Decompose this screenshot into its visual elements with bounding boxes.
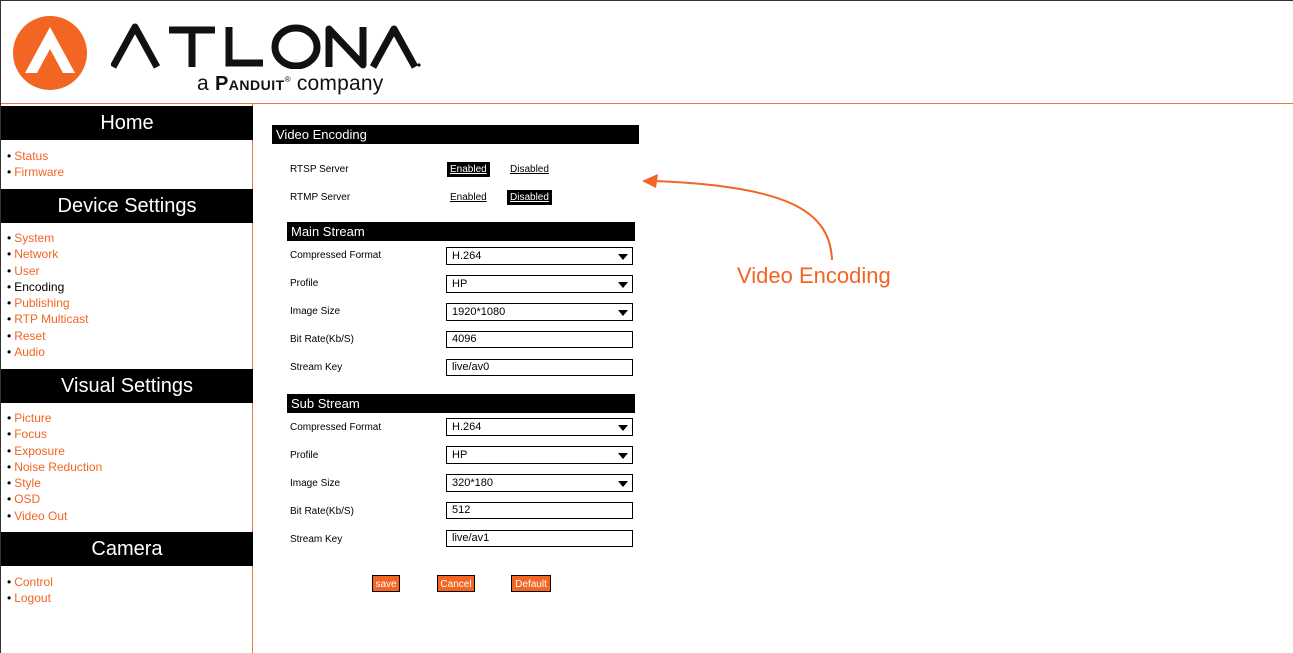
atlona-logo-icon (13, 16, 87, 90)
sidebar-item-reset[interactable]: Reset (7, 328, 88, 344)
sidebar: Home Status Firmware Device Settings Sys… (1, 104, 253, 653)
sidebar-item-publishing[interactable]: Publishing (7, 295, 88, 311)
tagline-suffix: company (296, 72, 384, 95)
tagline: a Panduit® company (197, 72, 384, 95)
main-image-size-label: Image Size (290, 306, 341, 317)
sidebar-item-style[interactable]: Style (7, 475, 102, 491)
sub-image-size-select[interactable]: 320*180 (446, 474, 633, 492)
sidebar-item-audio[interactable]: Audio (7, 344, 88, 360)
main-stream-key-input[interactable]: live/av0 (446, 359, 633, 376)
sidebar-section-home: Home (1, 106, 253, 140)
sidebar-item-rtp-multicast[interactable]: RTP Multicast (7, 311, 88, 327)
main-compressed-format-value: H.264 (452, 250, 482, 262)
chevron-down-icon (618, 453, 628, 459)
sidebar-section-device-settings: Device Settings (1, 189, 253, 223)
main-image-size-value: 1920*1080 (452, 306, 506, 318)
sidebar-item-encoding[interactable]: Encoding (7, 279, 88, 295)
rtsp-disabled-button[interactable]: Disabled (508, 163, 551, 176)
rtsp-enabled-button[interactable]: Enabled (447, 162, 490, 177)
main-image-size-select[interactable]: 1920*1080 (446, 303, 633, 321)
main-stream-header: Main Stream (287, 222, 635, 241)
sub-stream-header: Sub Stream (287, 394, 635, 413)
sub-profile-label: Profile (290, 450, 319, 461)
sidebar-item-control[interactable]: Control (7, 574, 53, 590)
sidebar-section-camera: Camera (1, 532, 253, 566)
rtmp-enabled-button[interactable]: Enabled (448, 191, 489, 204)
rtmp-server-label: RTMP Server (290, 192, 351, 203)
sidebar-list-device-settings: System Network User Encoding Publishing … (7, 230, 88, 360)
sub-bit-rate-input[interactable]: 512 (446, 502, 633, 519)
sub-compressed-format-value: H.264 (452, 421, 482, 433)
sub-compressed-format-label: Compressed Format (290, 422, 382, 433)
annotation-arrow-icon (642, 174, 833, 261)
sidebar-item-picture[interactable]: Picture (7, 410, 102, 426)
sub-profile-value: HP (452, 449, 468, 461)
sidebar-list-camera: Control Logout (7, 574, 53, 607)
tagline-brand: Panduit (214, 73, 285, 95)
rtmp-disabled-button[interactable]: Disabled (507, 190, 552, 205)
main-compressed-format-select[interactable]: H.264 (446, 247, 633, 265)
chevron-down-icon (618, 254, 628, 260)
sub-stream-key-label: Stream Key (290, 534, 343, 545)
sidebar-item-user[interactable]: User (7, 263, 88, 279)
sub-bit-rate-label: Bit Rate(Kb/S) (290, 506, 354, 517)
sub-stream-key-input[interactable]: live/av1 (446, 530, 633, 547)
sidebar-item-focus[interactable]: Focus (7, 426, 102, 442)
sidebar-item-exposure[interactable]: Exposure (7, 443, 102, 459)
cancel-button[interactable]: Cancel (437, 575, 475, 592)
sidebar-item-video-out[interactable]: Video Out (7, 508, 102, 524)
sidebar-item-network[interactable]: Network (7, 246, 88, 262)
sidebar-item-logout[interactable]: Logout (7, 590, 53, 606)
default-button[interactable]: Default (511, 575, 551, 592)
sidebar-item-osd[interactable]: OSD (7, 491, 102, 507)
save-button[interactable]: save (372, 575, 400, 592)
tagline-prefix: a (197, 72, 209, 95)
main-bit-rate-label: Bit Rate(Kb/S) (290, 334, 354, 345)
sidebar-list-home: Status Firmware (7, 148, 64, 181)
main-stream-key-label: Stream Key (290, 362, 343, 373)
main-profile-label: Profile (290, 278, 319, 289)
sidebar-section-visual-settings: Visual Settings (1, 369, 253, 403)
sub-profile-select[interactable]: HP (446, 446, 633, 464)
sidebar-item-status[interactable]: Status (7, 148, 64, 164)
main-bit-rate-input[interactable]: 4096 (446, 331, 633, 348)
sidebar-item-firmware[interactable]: Firmware (7, 164, 64, 180)
sub-compressed-format-select[interactable]: H.264 (446, 418, 633, 436)
video-encoding-header: Video Encoding (272, 125, 639, 144)
main-compressed-format-label: Compressed Format (290, 250, 382, 261)
sub-image-size-label: Image Size (290, 478, 341, 489)
chevron-down-icon (618, 310, 628, 316)
sidebar-item-noise-reduction[interactable]: Noise Reduction (7, 459, 102, 475)
annotation-label: Video Encoding (737, 263, 891, 288)
sidebar-item-system[interactable]: System (7, 230, 88, 246)
chevron-down-icon (618, 425, 628, 431)
rtsp-server-label: RTSP Server (290, 164, 349, 175)
main-profile-select[interactable]: HP (446, 275, 633, 293)
header: a Panduit® company (1, 1, 1293, 104)
atlona-wordmark (111, 23, 421, 69)
sidebar-list-visual-settings: Picture Focus Exposure Noise Reduction S… (7, 410, 102, 524)
main-profile-value: HP (452, 278, 468, 290)
chevron-down-icon (618, 282, 628, 288)
sub-image-size-value: 320*180 (452, 477, 493, 489)
chevron-down-icon (618, 481, 628, 487)
